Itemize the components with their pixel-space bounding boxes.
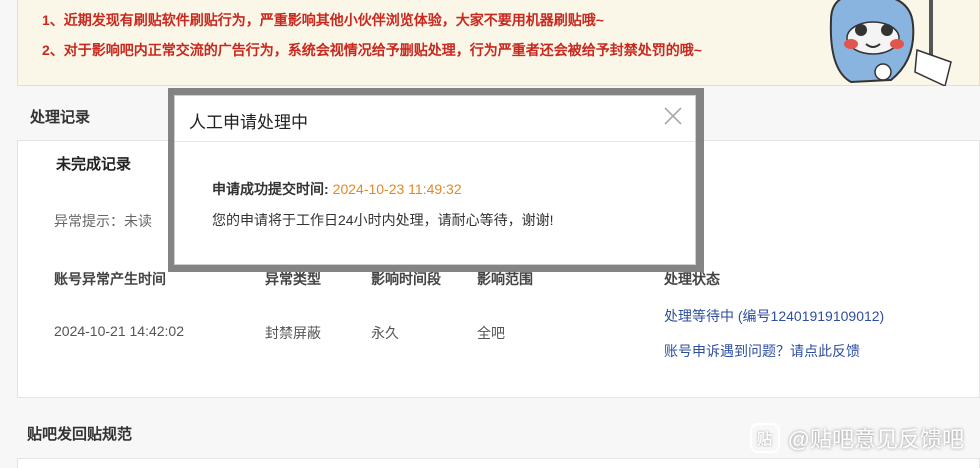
processing-dialog: 人工申请处理中 申请成功提交时间: 2024-10-23 11:49:32 您的申… bbox=[174, 95, 696, 265]
close-icon[interactable] bbox=[663, 106, 683, 126]
dialog-header: 人工申请处理中 bbox=[175, 96, 695, 142]
tieba-logo-icon: 贴 bbox=[749, 423, 780, 453]
submit-time-value: 2024-10-23 11:49:32 bbox=[332, 181, 462, 197]
dialog-message: 您的申请将于工作日24小时内处理，请耐心等待，谢谢! bbox=[212, 212, 554, 228]
submit-time-row: 申请成功提交时间: 2024-10-23 11:49:32 bbox=[212, 179, 462, 199]
watermark-text: @贴吧意见反馈吧 bbox=[787, 427, 964, 452]
watermark: 贴 @贴吧意见反馈吧 bbox=[749, 422, 964, 454]
submit-time-label: 申请成功提交时间: bbox=[212, 181, 329, 197]
dialog-title: 人工申请处理中 bbox=[189, 113, 308, 132]
